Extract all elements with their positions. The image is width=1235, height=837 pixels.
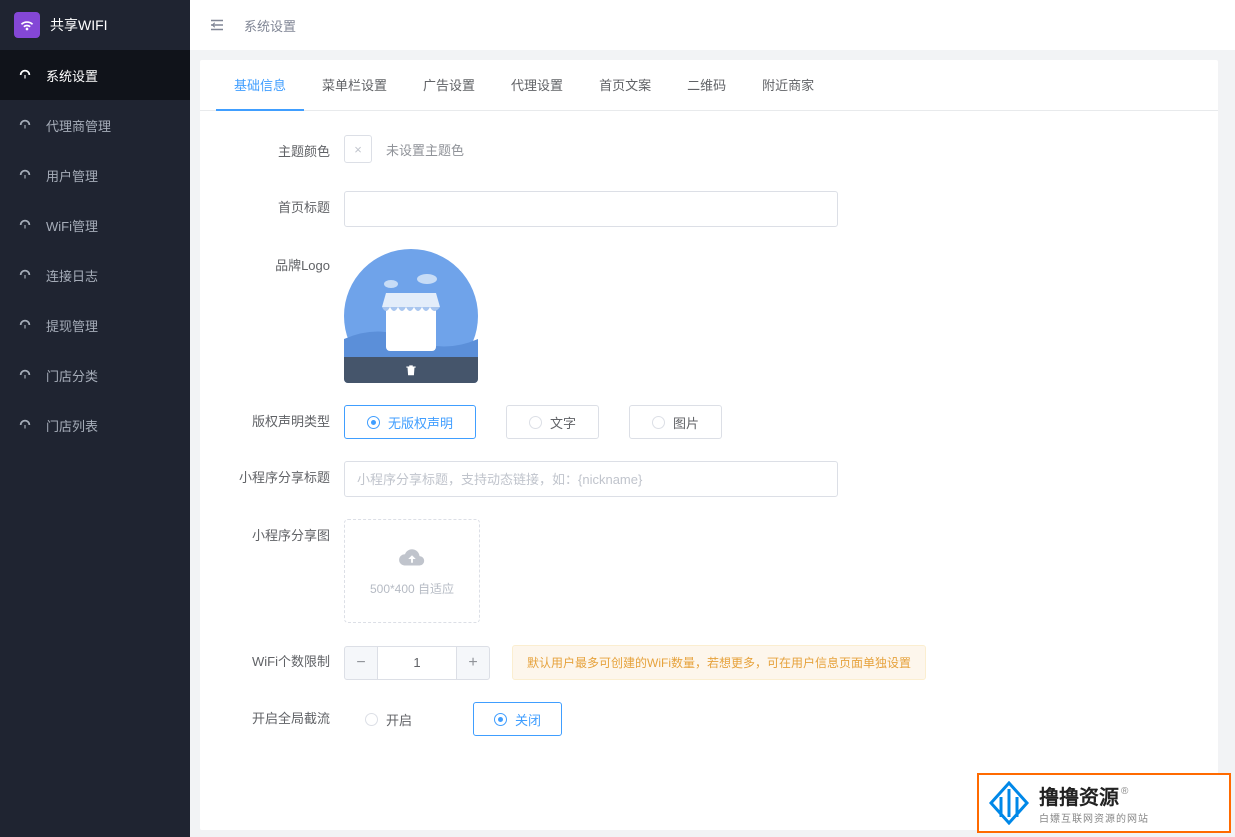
radio-label: 图片	[673, 413, 699, 432]
tab-menu-settings[interactable]: 菜单栏设置	[304, 60, 405, 110]
sidebar-item-withdraw-management[interactable]: 提现管理	[0, 300, 190, 350]
wifi-limit-alert: 默认用户最多可创建的WiFi数量，若想更多，可在用户信息页面单独设置	[512, 645, 926, 680]
sidebar-item-wifi-management[interactable]: WiFi管理	[0, 200, 190, 250]
radio-label: 关闭	[515, 710, 541, 729]
decrement-button[interactable]: −	[344, 646, 378, 680]
sidebar-item-system-settings[interactable]: 系统设置	[0, 50, 190, 100]
upload-hint: 500*400 自适应	[370, 580, 454, 597]
dashboard-icon	[18, 318, 34, 332]
main: 基础信息 菜单栏设置 广告设置 代理设置 首页文案 二维码 附近商家 主题颜色 …	[200, 60, 1235, 837]
home-title-input[interactable]	[344, 191, 838, 227]
theme-color-picker[interactable]: ×	[344, 135, 372, 163]
tab-qrcode[interactable]: 二维码	[669, 60, 744, 110]
dashboard-icon	[18, 168, 34, 182]
form: 主题颜色 × 未设置主题色 首页标题 品牌Logo	[200, 111, 1218, 782]
copyright-option-none[interactable]: 无版权声明	[344, 405, 476, 439]
radio-dot-icon	[367, 416, 380, 429]
sidebar-item-store-category[interactable]: 门店分类	[0, 350, 190, 400]
theme-color-label: 主题颜色	[224, 135, 344, 169]
share-title-label: 小程序分享标题	[224, 461, 344, 495]
wifi-icon	[14, 12, 40, 38]
brand-logo-label: 品牌Logo	[224, 249, 344, 283]
sidebar-item-label: 用户管理	[46, 166, 98, 185]
dashboard-icon	[18, 368, 34, 382]
radio-label: 无版权声明	[388, 413, 453, 432]
tab-ad-settings[interactable]: 广告设置	[405, 60, 493, 110]
dashboard-icon	[18, 68, 34, 82]
sidebar: 共享WIFI 系统设置 代理商管理 用户管理 WiFi管理 连接日志 提现管理 …	[0, 0, 190, 837]
copyright-option-image[interactable]: 图片	[629, 405, 722, 439]
breadcrumb: 系统设置	[244, 16, 296, 35]
dashboard-icon	[18, 268, 34, 282]
dashboard-icon	[18, 418, 34, 432]
tabs: 基础信息 菜单栏设置 广告设置 代理设置 首页文案 二维码 附近商家	[200, 60, 1218, 111]
tab-home-copy[interactable]: 首页文案	[581, 60, 669, 110]
sidebar-item-user-management[interactable]: 用户管理	[0, 150, 190, 200]
radio-dot-icon	[529, 416, 542, 429]
global-throttle-option-off[interactable]: 关闭	[473, 702, 562, 736]
watermark-icon	[987, 781, 1031, 825]
sidebar-item-label: 代理商管理	[46, 116, 111, 135]
sidebar-item-store-list[interactable]: 门店列表	[0, 400, 190, 450]
theme-color-hint: 未设置主题色	[386, 140, 464, 159]
dashboard-icon	[18, 118, 34, 132]
sidebar-item-label: 系统设置	[46, 66, 98, 85]
watermark-sub: 白嫖互联网资源的网站	[1039, 810, 1149, 825]
sidebar-item-label: 门店分类	[46, 366, 98, 385]
logo-delete-overlay[interactable]	[344, 357, 478, 383]
trash-icon	[404, 363, 418, 377]
global-throttle-option-on[interactable]: 开启	[344, 702, 433, 736]
watermark-title: 撸撸资源	[1039, 787, 1119, 809]
watermark: 撸撸资源® 白嫖互联网资源的网站	[977, 773, 1231, 833]
wifi-limit-label: WiFi个数限制	[224, 645, 344, 679]
topbar: 系统设置	[190, 0, 1235, 50]
tab-basic-info[interactable]: 基础信息	[216, 60, 304, 111]
share-image-upload[interactable]: 500*400 自适应	[344, 519, 480, 623]
cloud-upload-icon	[397, 546, 427, 570]
sidebar-item-connection-log[interactable]: 连接日志	[0, 250, 190, 300]
brand-logo-upload[interactable]	[344, 249, 478, 383]
global-throttle-label: 开启全局截流	[224, 702, 344, 736]
sidebar-item-label: WiFi管理	[46, 216, 98, 235]
brand-title: 共享WIFI	[50, 15, 108, 35]
tab-agent-settings[interactable]: 代理设置	[493, 60, 581, 110]
copyright-option-text[interactable]: 文字	[506, 405, 599, 439]
radio-label: 文字	[550, 413, 576, 432]
brand: 共享WIFI	[0, 0, 190, 50]
sidebar-item-label: 门店列表	[46, 416, 98, 435]
share-image-label: 小程序分享图	[224, 519, 344, 553]
wifi-limit-stepper: − +	[344, 646, 490, 680]
radio-label: 开启	[386, 710, 412, 729]
home-title-label: 首页标题	[224, 191, 344, 225]
sidebar-item-label: 连接日志	[46, 266, 98, 285]
copyright-label: 版权声明类型	[224, 405, 344, 439]
settings-card: 基础信息 菜单栏设置 广告设置 代理设置 首页文案 二维码 附近商家 主题颜色 …	[200, 60, 1218, 830]
wifi-limit-input[interactable]	[378, 646, 456, 680]
radio-dot-icon	[652, 416, 665, 429]
share-title-input[interactable]	[344, 461, 838, 497]
increment-button[interactable]: +	[456, 646, 490, 680]
sidebar-item-label: 提现管理	[46, 316, 98, 335]
radio-dot-icon	[365, 713, 378, 726]
radio-dot-icon	[494, 713, 507, 726]
tab-nearby-merchant[interactable]: 附近商家	[744, 60, 832, 110]
watermark-sup: ®	[1121, 786, 1128, 797]
dashboard-icon	[18, 218, 34, 232]
collapse-icon[interactable]	[208, 16, 226, 34]
sidebar-item-agent-management[interactable]: 代理商管理	[0, 100, 190, 150]
